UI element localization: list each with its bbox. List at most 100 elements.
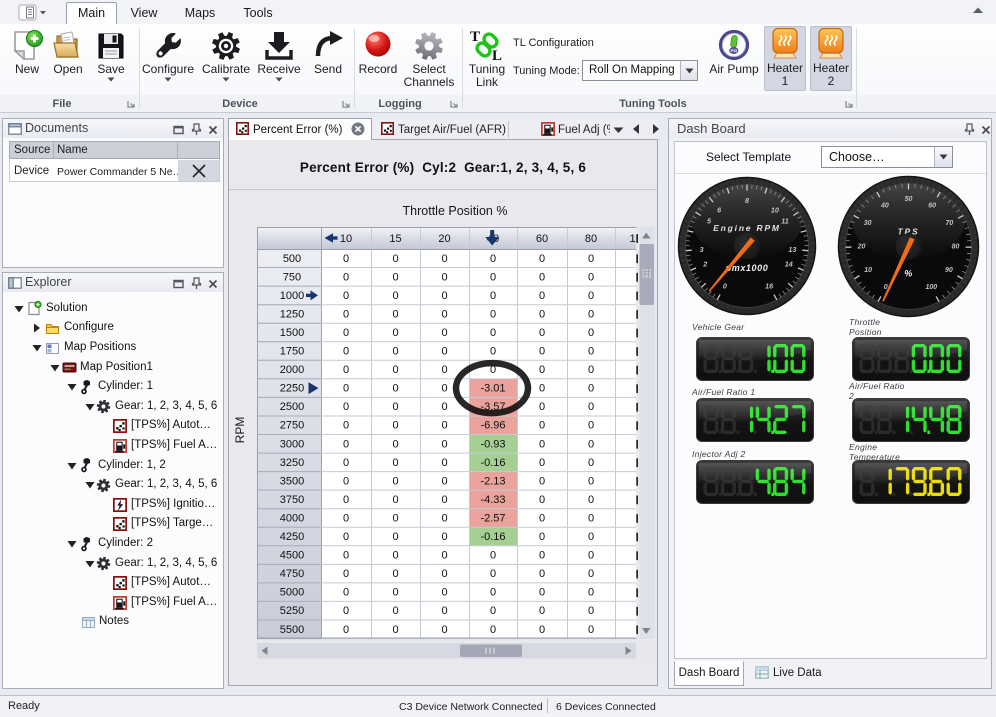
svg-text:0: 0	[441, 346, 447, 358]
svg-text:0: 0	[392, 271, 398, 283]
svg-text:0: 0	[588, 383, 594, 395]
svg-text:0: 0	[723, 281, 727, 290]
svg-text:0: 0	[539, 605, 545, 617]
svg-text:0: 0	[343, 308, 349, 320]
svg-text:0: 0	[441, 271, 447, 283]
svg-text:0: 0	[539, 438, 545, 450]
svg-text:0: 0	[392, 438, 398, 450]
svg-text:-4.33: -4.33	[480, 494, 505, 506]
svg-text:0: 0	[539, 271, 545, 283]
svg-text:0: 0	[441, 327, 447, 339]
svg-text:0: 0	[539, 364, 545, 376]
svg-text:0: 0	[490, 253, 496, 265]
svg-text:0: 0	[539, 346, 545, 358]
svg-text:0: 0	[490, 346, 496, 358]
svg-text:0: 0	[392, 494, 398, 506]
svg-text:0: 0	[392, 550, 398, 562]
svg-text:-0.93: -0.93	[480, 438, 505, 450]
svg-text:0: 0	[539, 457, 545, 469]
svg-text:20: 20	[438, 233, 450, 245]
svg-text:0: 0	[392, 587, 398, 599]
svg-text:0: 0	[343, 364, 349, 376]
svg-text:0: 0	[392, 475, 398, 487]
svg-text:0: 0	[588, 550, 594, 562]
svg-text:0: 0	[392, 457, 398, 469]
svg-text:0: 0	[539, 308, 545, 320]
svg-text:0: 0	[441, 494, 447, 506]
svg-text:750: 750	[283, 271, 301, 283]
svg-text:0: 0	[539, 290, 545, 302]
svg-text:1500: 1500	[280, 327, 304, 339]
svg-text:3: 3	[700, 245, 704, 254]
svg-text:0: 0	[441, 364, 447, 376]
svg-text:0: 0	[343, 253, 349, 265]
svg-text:0: 0	[343, 513, 349, 525]
svg-text:2000: 2000	[280, 364, 304, 376]
svg-text:0: 0	[441, 438, 447, 450]
svg-text:60: 60	[536, 233, 548, 245]
svg-text:0: 0	[343, 457, 349, 469]
svg-text:10: 10	[340, 233, 352, 245]
svg-text:0: 0	[490, 271, 496, 283]
svg-text:30: 30	[864, 220, 872, 227]
svg-text:0: 0	[539, 253, 545, 265]
svg-text:80: 80	[952, 244, 960, 251]
svg-text:1: 1	[629, 233, 635, 245]
svg-text:0: 0	[343, 420, 349, 432]
svg-text:0: 0	[441, 383, 447, 395]
svg-text:5500: 5500	[280, 624, 304, 636]
svg-text:0: 0	[343, 401, 349, 413]
svg-text:0: 0	[392, 364, 398, 376]
svg-text:2: 2	[702, 260, 707, 269]
svg-text:0: 0	[343, 550, 349, 562]
svg-text:0: 0	[490, 587, 496, 599]
svg-text:0: 0	[343, 327, 349, 339]
svg-text:0: 0	[539, 531, 545, 543]
svg-text:5000: 5000	[280, 587, 304, 599]
svg-text:4000: 4000	[280, 513, 304, 525]
svg-text:0: 0	[588, 494, 594, 506]
svg-text:-3.01: -3.01	[480, 383, 505, 395]
svg-text:-2.13: -2.13	[480, 475, 505, 487]
svg-text:0: 0	[392, 401, 398, 413]
svg-text:-0.16: -0.16	[480, 531, 505, 543]
svg-text:0: 0	[539, 327, 545, 339]
svg-text:L: L	[492, 48, 502, 63]
svg-text:4750: 4750	[280, 568, 304, 580]
svg-text:0: 0	[539, 383, 545, 395]
svg-text:0: 0	[539, 624, 545, 636]
svg-text:0: 0	[490, 550, 496, 562]
svg-text:16: 16	[765, 281, 774, 290]
svg-text:0: 0	[392, 346, 398, 358]
svg-text:0: 0	[588, 568, 594, 580]
svg-text:0: 0	[343, 587, 349, 599]
svg-text:4250: 4250	[280, 531, 304, 543]
svg-text:1000: 1000	[280, 290, 304, 302]
svg-text:0: 0	[441, 253, 447, 265]
svg-text:0: 0	[588, 531, 594, 543]
svg-text:50: 50	[905, 196, 913, 203]
svg-text:0: 0	[539, 475, 545, 487]
svg-text:0: 0	[490, 327, 496, 339]
svg-text:10: 10	[864, 267, 872, 274]
svg-text:-0.16: -0.16	[480, 457, 505, 469]
svg-text:0: 0	[441, 475, 447, 487]
svg-text:0: 0	[343, 605, 349, 617]
svg-text:0: 0	[539, 568, 545, 580]
svg-text:0: 0	[343, 531, 349, 543]
svg-text:0: 0	[539, 494, 545, 506]
svg-text:90: 90	[945, 267, 953, 274]
svg-text:0: 0	[539, 513, 545, 525]
svg-text:0: 0	[539, 587, 545, 599]
svg-text:2750: 2750	[280, 420, 304, 432]
svg-text:100: 100	[925, 284, 937, 291]
svg-text:0: 0	[588, 420, 594, 432]
svg-text:0: 0	[441, 308, 447, 320]
svg-text:0: 0	[490, 308, 496, 320]
svg-text:1750: 1750	[280, 346, 304, 358]
svg-text:3500: 3500	[280, 475, 304, 487]
svg-text:-2.57: -2.57	[480, 513, 505, 525]
svg-text:0: 0	[392, 383, 398, 395]
svg-text:1250: 1250	[280, 308, 304, 320]
svg-text:0: 0	[588, 346, 594, 358]
